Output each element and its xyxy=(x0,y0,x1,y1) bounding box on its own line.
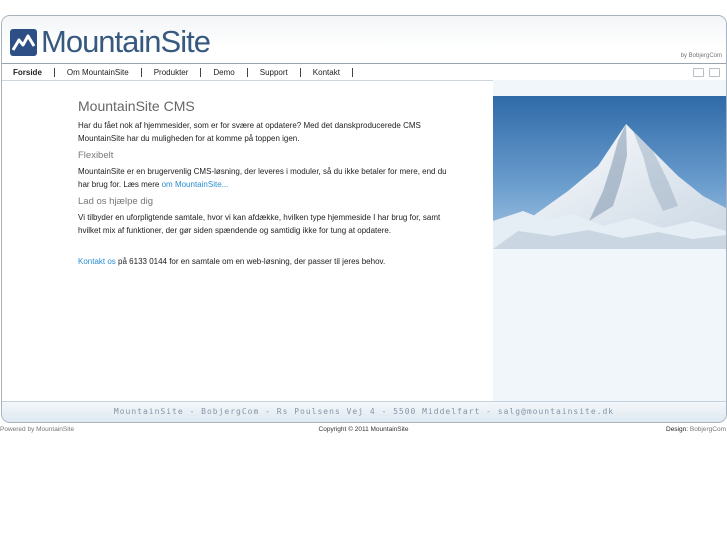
logo-text: MountainSite xyxy=(41,24,211,59)
header: MountainSite by BobjergCom xyxy=(2,16,726,63)
site-frame: MountainSite by BobjergCom Forside Om Mo… xyxy=(1,15,727,423)
footer-band: MountainSite - BobjergCom - Rs Poulsens … xyxy=(2,401,726,422)
sidebar xyxy=(493,80,726,401)
main-content: MountainSite CMS Har du fået nok af hjem… xyxy=(78,98,460,269)
intro-text: Har du fået nok af hjemmesider, som er f… xyxy=(78,121,421,143)
mountain-photo xyxy=(493,96,726,249)
email-icon[interactable] xyxy=(709,68,720,77)
nav-item-forside[interactable]: Forside xyxy=(2,67,55,77)
flexibelt-text: MountainSite er en brugervenlig CMS-løsn… xyxy=(78,167,447,189)
heading-help: Lad os hjælpe dig xyxy=(78,196,153,207)
help-text: Vi tilbyder en uforpligtende samtale, hv… xyxy=(78,213,441,235)
om-mountainsite-link[interactable]: om MountainSite... xyxy=(162,180,229,189)
design-link[interactable]: BobjergCom xyxy=(690,426,726,433)
nav-item-demo[interactable]: Demo xyxy=(201,67,248,77)
content-area: MountainSite CMS Har du fået nok af hjem… xyxy=(2,80,726,401)
main-nav: Forside Om MountainSite Produkter Demo S… xyxy=(2,63,726,81)
nav-item-support[interactable]: Support xyxy=(248,67,301,77)
footer-address: MountainSite - BobjergCom - Rs Poulsens … xyxy=(113,407,615,416)
kontakt-os-link[interactable]: Kontakt os xyxy=(78,257,116,266)
bottom-bar: Powered by MountainSite Copyright © 2011… xyxy=(0,426,727,438)
copyright: Copyright © 2011 MountainSite xyxy=(318,426,409,433)
logo[interactable]: MountainSite xyxy=(10,24,211,59)
design-credit: Design: BobjergCom xyxy=(666,426,726,433)
nav-item-om-mountainsite[interactable]: Om MountainSite xyxy=(55,67,142,77)
print-icon[interactable] xyxy=(693,68,704,77)
page-title: MountainSite CMS xyxy=(78,98,195,114)
flexibelt-paragraph: MountainSite er en brugervenlig CMS-løsn… xyxy=(78,166,460,191)
nav-item-produkter[interactable]: Produkter xyxy=(142,67,202,77)
design-label: Design: xyxy=(666,426,689,433)
nav-item-kontakt[interactable]: Kontakt xyxy=(301,67,353,77)
contact-text: på 6133 0144 for en samtale om en web-lø… xyxy=(118,257,386,266)
byline: by BobjergCom xyxy=(680,53,722,59)
heading-flexibelt: Flexibelt xyxy=(78,150,114,161)
contact-paragraph: Kontakt os på 6133 0144 for en samtale o… xyxy=(78,256,460,269)
mountain-logo-icon xyxy=(10,28,37,56)
